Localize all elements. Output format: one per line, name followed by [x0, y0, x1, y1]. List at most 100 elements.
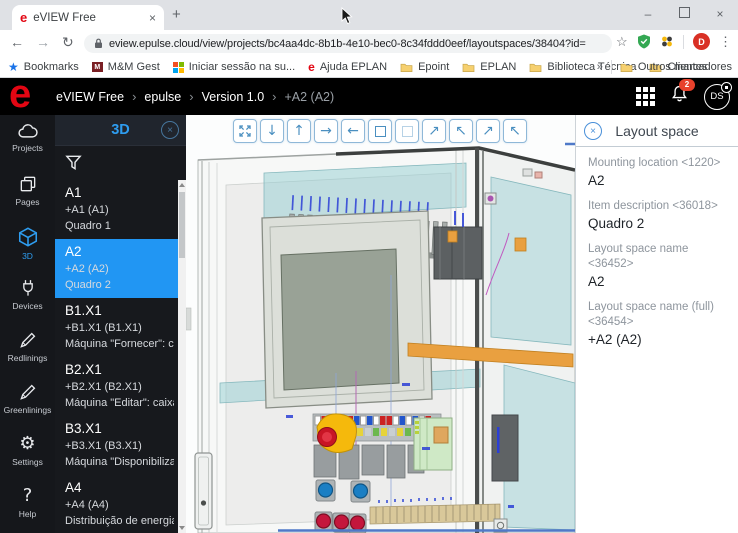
3d-panel-title: 3D [111, 122, 130, 138]
bookmark-item[interactable]: M M&M Gest [91, 61, 160, 73]
browser-menu-icon[interactable]: ⋮ [719, 34, 732, 50]
scroll-down-icon[interactable] [179, 526, 185, 530]
notification-count-badge: 2 [679, 78, 695, 91]
divider [683, 34, 684, 49]
cabinet-3d-scene[interactable] [186, 115, 575, 533]
breadcrumb-eview-free[interactable]: eVIEW Free [56, 90, 124, 104]
property-item-description: Item description <36018> Quadro 2 [588, 200, 718, 231]
fit-view-icon [239, 125, 251, 137]
fit-view-button[interactable] [233, 119, 257, 143]
reload-button[interactable]: ↻ [62, 34, 74, 51]
eplan-favicon: e [308, 60, 315, 74]
new-tab-button[interactable]: + [172, 6, 181, 23]
properties-list: Mounting location <1220> A2 Item descrip… [576, 147, 738, 367]
3d-panel-close-icon[interactable]: × [161, 121, 179, 139]
browser-profile-avatar[interactable]: D [693, 33, 710, 50]
view-plane-button[interactable] [368, 119, 392, 143]
shield-extension-icon[interactable] [637, 34, 651, 49]
property-mounting-location: Mounting location <1220> A2 [588, 157, 721, 188]
microsoft-icon [172, 61, 184, 73]
pan-down-button[interactable]: ↓ [260, 119, 284, 143]
list-scrollbar[interactable] [178, 180, 186, 533]
chevron-right-icon: › [132, 89, 137, 104]
list-item-a4[interactable]: A4 +A4 (A4) Distribuição de energia [55, 475, 178, 533]
tab-favicon-eplan: e [20, 10, 28, 25]
url-bar[interactable]: eview.epulse.cloud/view/projects/bc4aa4d… [84, 34, 612, 53]
scroll-thumb[interactable] [179, 192, 185, 258]
filter-icon[interactable] [64, 153, 83, 177]
panel-close-icon[interactable]: × [584, 122, 602, 140]
sidebar-item-pages[interactable]: Pages [0, 174, 55, 216]
other-bookmarks-button[interactable]: Outros marcadores [620, 61, 732, 73]
breadcrumb-version[interactable]: Version 1.0 [202, 90, 265, 104]
layout-space-panel-header: × Layout space [576, 115, 738, 147]
rotate-ne-button[interactable]: ↗ [422, 119, 446, 143]
folder-icon [530, 63, 542, 72]
breadcrumb-layout-space[interactable]: +A2 (A2) [285, 90, 335, 104]
3d-panel: 3D × A1 +A1 (A1) Quadro 1 A2 +A2 (A2) Qu… [55, 115, 186, 533]
apps-grid-icon[interactable] [636, 87, 655, 106]
property-layout-space-name: Layout space name <36452> A2 [588, 243, 689, 289]
sidebar-item-settings[interactable]: ⚙ Settings [0, 434, 55, 476]
rotate-se-button[interactable]: ↗ [476, 119, 500, 143]
pan-left-button[interactable]: ← [341, 119, 365, 143]
folder-icon [462, 63, 475, 72]
square-icon [401, 125, 413, 137]
sidebar-item-devices[interactable]: Devices [0, 278, 55, 320]
bookmarks-overflow-button[interactable]: » [597, 61, 603, 73]
app-header: e eVIEW Free › epulse › Version 1.0 › +A… [0, 72, 738, 116]
list-item-b3x1[interactable]: B3.X1 +B3.X1 (B3.X1) Máquina "Disponibil… [55, 416, 178, 475]
mm-favicon: M [91, 62, 103, 72]
extensions-row: D ⋮ [637, 33, 732, 50]
plc-module [413, 417, 453, 471]
notifications-bell-icon[interactable]: 2 [670, 78, 695, 110]
screen: e eVIEW Free × + – × ← → ↻ eview.epulse.… [0, 0, 738, 533]
list-item-a2-selected[interactable]: A2 +A2 (A2) Quadro 2 [55, 239, 178, 298]
bookmark-item[interactable]: EPLAN [462, 61, 516, 73]
pan-right-button[interactable]: → [314, 119, 338, 143]
sidebar: Projects Pages 3D Devices Redlinings Gre… [0, 115, 55, 533]
panel-title: Layout space [615, 122, 699, 139]
plug-icon [22, 280, 33, 296]
cloud-icon [17, 124, 38, 138]
list-item-b2x1[interactable]: B2.X1 +B2.X1 (B2.X1) Máquina "Editar": c… [55, 357, 178, 416]
forward-button[interactable]: → [36, 34, 50, 50]
scroll-up-icon[interactable] [179, 183, 185, 187]
pan-up-button[interactable]: ↑ [287, 119, 311, 143]
folder-icon [400, 63, 413, 72]
hmi-panel [261, 210, 433, 409]
cube-icon [18, 227, 37, 247]
maximize-button[interactable] [666, 7, 702, 21]
bookmark-item[interactable]: Iniciar sessão na su... [172, 61, 295, 73]
back-button[interactable]: ← [10, 34, 24, 50]
sidebar-item-greenlinings[interactable]: Greenlinings [0, 382, 55, 424]
chevron-right-icon: › [272, 89, 277, 104]
property-layout-space-name-full: Layout space name (full) <36454> +A2 (A2… [588, 301, 714, 347]
sidebar-item-3d[interactable]: 3D [0, 226, 55, 268]
bookmarks-bar: ★ Bookmarks M M&M Gest Iniciar sessão na… [0, 57, 738, 77]
user-avatar[interactable]: DS [704, 81, 732, 110]
sidebar-item-redlinings[interactable]: Redlinings [0, 330, 55, 372]
browser-tab[interactable]: e eVIEW Free × [12, 5, 164, 30]
3d-viewport[interactable]: ↓ ↑ → ← ↗ ↖ ↗ ↖ [186, 115, 575, 533]
rotate-nw-button[interactable]: ↖ [449, 119, 473, 143]
bookmark-star-icon[interactable]: ☆ [616, 34, 628, 50]
list-item-b1x1[interactable]: B1.X1 +B1.X1 (B1.X1) Máquina "Fornecer":… [55, 298, 178, 357]
rotate-sw-button[interactable]: ↖ [503, 119, 527, 143]
minimize-button[interactable]: – [630, 7, 666, 21]
breadcrumb-epulse[interactable]: epulse [144, 90, 181, 104]
sidebar-item-projects[interactable]: Projects [0, 122, 55, 164]
view-plane-alt-button[interactable] [395, 119, 419, 143]
gear-icon: ⚙ [19, 433, 36, 454]
honeycomb-extension-icon[interactable] [660, 35, 674, 49]
bookmark-item[interactable]: Epoint [400, 61, 449, 73]
tab-close-icon[interactable]: × [149, 11, 156, 25]
mouse-cursor [341, 7, 353, 25]
emergency-stop-button [316, 413, 357, 454]
eplan-logo: e [9, 72, 32, 116]
close-window-button[interactable]: × [702, 7, 738, 21]
sidebar-item-help[interactable]: ? Help [0, 486, 55, 528]
bookmark-item[interactable]: e Ajuda EPLAN [308, 60, 387, 74]
list-item-a1[interactable]: A1 +A1 (A1) Quadro 1 [55, 180, 178, 239]
square-icon [374, 125, 386, 137]
